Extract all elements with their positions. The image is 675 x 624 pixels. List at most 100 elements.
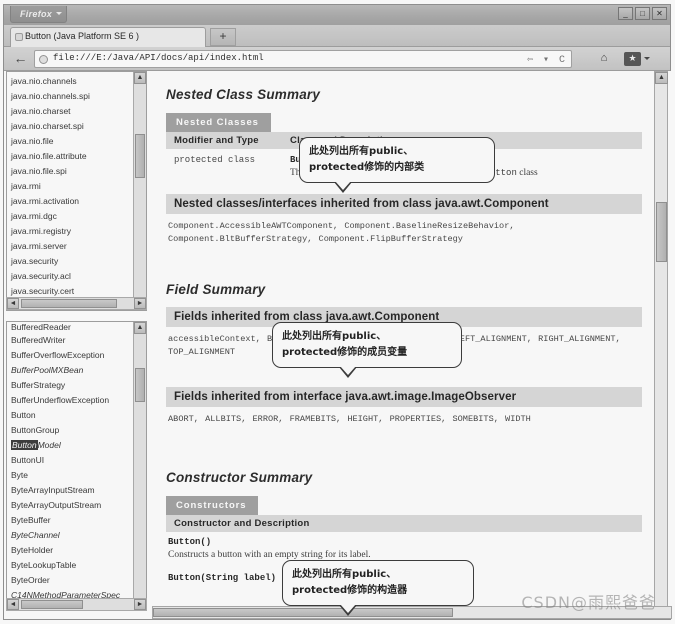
package-list[interactable]: java.nio.channels java.nio.channels.spi ja… [7, 72, 133, 310]
page-content: java.nio.channels java.nio.channels.spi ja… [4, 71, 672, 619]
close-button[interactable]: ✕ [652, 7, 667, 20]
package-list-item[interactable]: java.nio.file [10, 134, 133, 149]
nested-inherited-heading: Nested classes/interfaces inherited from… [166, 194, 642, 214]
scrollbar-thumb[interactable] [135, 368, 145, 402]
class-list-item-highlight: Button [11, 440, 38, 450]
nested-inherited-list[interactable]: Component.AccessibleAWTComponent, Compon… [166, 214, 642, 250]
reload-stop-icon[interactable]: ⇦ ▾ C [527, 54, 567, 66]
class-list-item[interactable]: ByteChannel [10, 528, 133, 543]
back-arrow-icon[interactable]: ← [12, 50, 29, 67]
class-list-item[interactable]: ByteOrder [10, 573, 133, 588]
scroll-left-icon[interactable]: ◄ [7, 298, 19, 309]
address-bar-value: file:///E:/Java/API/docs/api/index.html [53, 53, 264, 63]
firefox-menu-button[interactable]: Firefox [10, 6, 68, 23]
package-list-item[interactable]: java.security [10, 254, 133, 269]
cell-modifier: protected class [174, 155, 256, 165]
address-bar[interactable]: file:///E:/Java/API/docs/api/index.html … [34, 50, 572, 68]
class-list-frame[interactable]: BufferedReader BufferedWriter BufferOverfl… [6, 321, 147, 611]
class-list-item[interactable]: ButtonUI [10, 453, 133, 468]
callout-line-1: 此处列出所有public、 [309, 146, 414, 157]
package-list-horizontal-scrollbar[interactable]: ◄ ► [6, 297, 147, 310]
bookmarks-icon[interactable]: ★ [624, 52, 641, 66]
constructors-chip: Constructors [166, 496, 259, 515]
content-scrollbar-track[interactable]: ▲ [655, 72, 668, 607]
package-list-frame[interactable]: java.nio.channels java.nio.channels.spi ja… [6, 71, 147, 311]
callout-pointer-fill [335, 181, 351, 190]
scroll-left-icon[interactable]: ◄ [7, 599, 19, 610]
scroll-up-icon[interactable]: ▲ [134, 72, 146, 84]
class-list-item[interactable]: BufferOverflowException [10, 348, 133, 363]
class-list-item[interactable]: Button [10, 408, 133, 423]
class-list-vertical-scrollbar[interactable]: ▲ ▼ [133, 322, 146, 610]
class-list-item[interactable]: BufferedWriter [10, 333, 133, 348]
nested-classes-chip: Nested Classes [166, 113, 271, 132]
browser-screenshot: Firefox _ □ ✕ Button (Java Platform SE 6… [0, 0, 675, 624]
package-list-item[interactable]: java.nio.channels.spi [10, 89, 133, 104]
class-list-item[interactable]: Byte [10, 468, 133, 483]
class-list-item[interactable]: ButtonModel [10, 438, 133, 453]
scrollbar-thumb[interactable] [21, 299, 117, 308]
watermark: CSDN@雨熙爸爸 [521, 593, 656, 612]
scroll-right-icon[interactable]: ► [134, 599, 146, 610]
package-list-vertical-scrollbar[interactable]: ▲ ▼ [133, 72, 146, 310]
constructor-link[interactable]: Button() [168, 537, 642, 547]
field-summary-title: Field Summary [166, 282, 266, 297]
class-list-horizontal-scrollbar[interactable]: ◄ ► [6, 598, 147, 611]
table-row: Button() Constructs a button with an emp… [166, 532, 642, 560]
maximize-button[interactable]: □ [635, 7, 650, 20]
home-icon[interactable]: ⌂ [596, 51, 612, 67]
scroll-up-icon[interactable]: ▲ [134, 322, 146, 334]
tab-label: Button (Java Platform SE 6 ) [25, 31, 140, 41]
minimize-button[interactable]: _ [618, 7, 633, 20]
class-list-item[interactable]: BufferPoolMXBean [10, 363, 133, 378]
window-controls: _ □ ✕ [618, 7, 667, 20]
class-list-item[interactable]: ByteArrayInputStream [10, 483, 133, 498]
fields-inherited-imageobserver-heading: Fields inherited from interface java.awt… [166, 387, 642, 407]
package-list-item[interactable]: java.rmi [10, 179, 133, 194]
scrollbar-thumb[interactable] [656, 202, 667, 262]
class-list-item[interactable]: BufferedReader [10, 324, 133, 333]
fields-inherited-imageobserver-list[interactable]: ABORT, ALLBITS, ERROR, FRAMEBITS, HEIGHT… [166, 407, 642, 430]
callout-line-2: protected修饰的内部类 [309, 162, 425, 173]
class-list-item[interactable]: ByteArrayOutputStream [10, 498, 133, 513]
package-list-item[interactable]: java.security.acl [10, 269, 133, 284]
scrollbar-thumb[interactable] [135, 134, 145, 178]
constructor-description: Constructs a button with an empty string… [168, 550, 371, 560]
class-list-item[interactable]: ByteHolder [10, 543, 133, 558]
callout-pointer-fill [340, 366, 356, 375]
tab-button-java-platform-se6[interactable]: Button (Java Platform SE 6 ) [10, 27, 206, 47]
package-list-item[interactable]: java.rmi.activation [10, 194, 133, 209]
scrollbar-thumb[interactable] [153, 608, 453, 617]
package-list-item[interactable]: java.nio.charset [10, 104, 133, 119]
callout-line-1: 此处列出所有public、 [292, 569, 397, 580]
class-list-item[interactable]: ByteBuffer [10, 513, 133, 528]
class-list-item[interactable]: BufferStrategy [10, 378, 133, 393]
class-list-item[interactable]: ByteLookupTable [10, 558, 133, 573]
scroll-right-icon[interactable]: ► [134, 298, 146, 309]
package-list-item[interactable]: java.rmi.dgc [10, 209, 133, 224]
package-list-item[interactable]: java.nio.charset.spi [10, 119, 133, 134]
class-list[interactable]: BufferedReader BufferedWriter BufferOverfl… [7, 322, 133, 610]
callout-line-2: protected修饰的构造器 [292, 585, 408, 596]
class-list-item[interactable]: ButtonGroup [10, 423, 133, 438]
content-vertical-scrollbar[interactable]: ▲ [654, 71, 668, 608]
scrollbar-thumb[interactable] [21, 600, 83, 609]
package-list-item[interactable]: java.rmi.server [10, 239, 133, 254]
package-list-item[interactable]: java.rmi.registry [10, 224, 133, 239]
title-bar: Firefox _ □ ✕ [4, 5, 670, 25]
scroll-up-icon[interactable]: ▲ [655, 72, 668, 84]
package-list-item[interactable]: java.nio.file.spi [10, 164, 133, 179]
package-list-item[interactable]: java.nio.channels [10, 74, 133, 89]
constructor-column-header: Constructor and Description [166, 515, 642, 532]
constructor-summary-title: Constructor Summary [166, 470, 313, 485]
constructors-tab: Constructors [166, 495, 642, 515]
callout-field-summary: 此处列出所有public、 protected修饰的成员变量 [272, 322, 462, 378]
new-tab-button[interactable]: + [210, 28, 236, 46]
background-artifact [304, 471, 314, 486]
callout-nested-classes: 此处列出所有public、 protected修饰的内部类 [299, 137, 495, 193]
chevron-down-icon[interactable] [644, 57, 650, 60]
class-list-item[interactable]: BufferUnderflowException [10, 393, 133, 408]
browser-window: Firefox _ □ ✕ Button (Java Platform SE 6… [3, 4, 672, 620]
column-header-constructor: Constructor and Description [174, 518, 310, 529]
package-list-item[interactable]: java.nio.file.attribute [10, 149, 133, 164]
